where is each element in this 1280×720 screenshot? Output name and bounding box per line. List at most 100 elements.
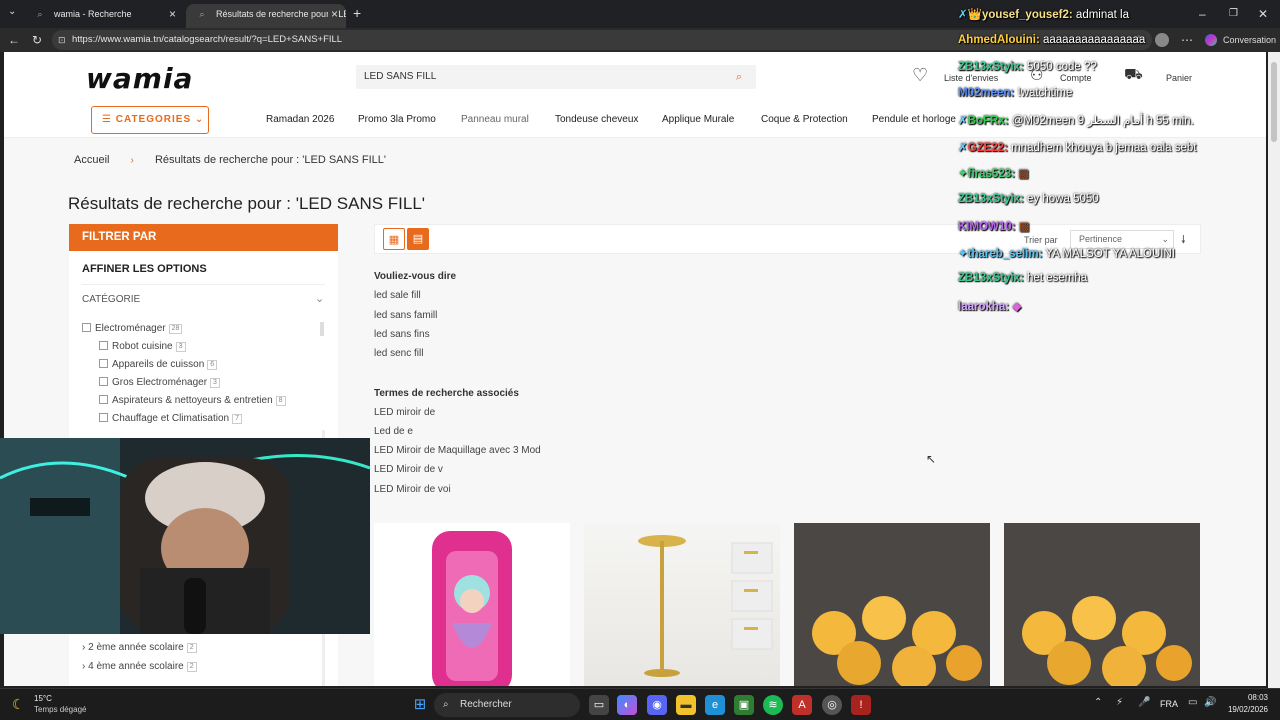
- account-link[interactable]: Compte: [1060, 73, 1092, 83]
- network-icon[interactable]: ⚡: [1116, 697, 1123, 708]
- volume-icon[interactable]: 🔊: [1204, 697, 1216, 708]
- scrollbar-thumb[interactable]: [1271, 62, 1277, 142]
- nav-link-coque[interactable]: Coque & Protection: [761, 114, 848, 125]
- wishlist-link[interactable]: Liste d'envies: [944, 73, 998, 83]
- category-option[interactable]: Gros Electroménager 3: [99, 377, 220, 388]
- product-card-backpack[interactable]: [374, 523, 570, 686]
- weather-desc[interactable]: Temps dégagé: [34, 705, 86, 714]
- nav-link-applique[interactable]: Applique Murale: [662, 114, 734, 125]
- categories-button[interactable]: ☰ CATEGORIES ⌄: [91, 106, 209, 134]
- suggestion-link[interactable]: led senc fill: [374, 348, 423, 359]
- product-card-candles[interactable]: [1004, 523, 1200, 686]
- related-term-link[interactable]: LED Miroir de voi: [374, 484, 451, 495]
- user-icon[interactable]: ⚇: [1030, 66, 1043, 84]
- windows-start-icon[interactable]: ⊞: [410, 695, 430, 715]
- nav-link-ramadan[interactable]: Ramadan 2026: [266, 114, 334, 125]
- category-option[interactable]: Chauffage et Climatisation 7: [99, 413, 243, 424]
- category-label: Robot cuisine: [112, 341, 173, 352]
- checkbox[interactable]: [99, 413, 108, 422]
- school-option[interactable]: › 4 ème année scolaire 2: [82, 661, 197, 672]
- tab-search-results[interactable]: ⌕ Résultats de recherche pour : 'LED ×: [186, 4, 346, 28]
- suggestion-link[interactable]: led sans famill: [374, 310, 437, 321]
- app-icon-red[interactable]: !: [851, 695, 871, 715]
- category-option[interactable]: Appareils de cuisson 6: [99, 359, 218, 370]
- restore-icon[interactable]: ❐: [1229, 0, 1238, 28]
- profile-avatar[interactable]: [1155, 33, 1169, 47]
- grid-view-icon[interactable]: ▦: [383, 228, 405, 250]
- nav-link-panneau[interactable]: Panneau mural: [461, 114, 529, 125]
- sort-direction-icon[interactable]: 🠗: [1181, 231, 1186, 250]
- edge-icon[interactable]: e: [705, 695, 725, 715]
- suggestion-link[interactable]: led sans fins: [374, 329, 430, 340]
- list-grid-view-icon[interactable]: ▤: [407, 228, 429, 250]
- page-scrollbar[interactable]: [1268, 52, 1280, 688]
- task-view-icon[interactable]: ▭: [589, 695, 609, 715]
- file-explorer-icon[interactable]: ▬: [676, 695, 696, 715]
- category-option[interactable]: Electroménager 28: [82, 323, 183, 334]
- category-count: 6: [207, 360, 218, 370]
- taskbar-search[interactable]: ⌕ Rechercher: [434, 693, 580, 717]
- close-window-icon[interactable]: ✕: [1258, 0, 1268, 28]
- cart-link[interactable]: Panier: [1166, 73, 1192, 83]
- back-icon[interactable]: ←: [8, 28, 20, 52]
- school-option[interactable]: › 2 ème année scolaire 2: [82, 642, 197, 653]
- suggestion-link[interactable]: led sale fill: [374, 290, 421, 301]
- obs-icon[interactable]: ◎: [822, 695, 842, 715]
- nav-link-tondeuse[interactable]: Tondeuse cheveux: [555, 114, 638, 125]
- close-tab-icon[interactable]: ×: [327, 4, 338, 24]
- more-menu-icon[interactable]: ⋯: [1181, 28, 1193, 52]
- new-tab-button[interactable]: +: [353, 0, 361, 26]
- site-logo[interactable]: wamia: [86, 62, 193, 95]
- category-scrollbar[interactable]: [320, 322, 324, 336]
- microphone-icon[interactable]: 🎤: [1138, 697, 1150, 708]
- minimize-icon[interactable]: –: [1199, 0, 1206, 28]
- related-term-link[interactable]: LED Miroir de Maquillage avec 3 Mod: [374, 445, 541, 456]
- site-info-icon[interactable]: ⊡: [58, 30, 66, 50]
- school-label: 4 ème année scolaire: [88, 661, 184, 672]
- heart-icon[interactable]: ♡: [912, 65, 928, 86]
- clock-date[interactable]: 19/02/2026: [1222, 705, 1268, 714]
- tab-wamia-recherche[interactable]: ⌕ wamia - Recherche ×: [24, 4, 184, 28]
- copilot-app-icon[interactable]: ◐: [617, 695, 637, 715]
- nav-link-promo[interactable]: Promo 3la Promo: [358, 114, 436, 125]
- search-icon[interactable]: ⌕: [736, 65, 742, 89]
- checkbox[interactable]: [99, 341, 108, 350]
- checkbox[interactable]: [99, 395, 108, 404]
- cart-icon[interactable]: ⛟: [1124, 66, 1143, 85]
- weather-temp[interactable]: 15°C: [34, 694, 52, 703]
- close-tab-icon[interactable]: ×: [169, 4, 176, 24]
- tab-list-chevron-icon[interactable]: ⌄: [8, 0, 16, 24]
- category-filter-title[interactable]: CATÉGORIE: [82, 294, 140, 305]
- tray-chevron-up-icon[interactable]: ⌃: [1094, 697, 1102, 708]
- related-term-link[interactable]: LED Miroir de v: [374, 464, 443, 475]
- copilot-icon[interactable]: [1205, 34, 1217, 46]
- discord-icon[interactable]: ◉: [647, 695, 667, 715]
- spotify-icon[interactable]: ≋: [763, 695, 783, 715]
- checkbox[interactable]: [99, 359, 108, 368]
- weather-moon-icon[interactable]: ☾: [12, 696, 25, 713]
- checkbox[interactable]: [82, 323, 91, 332]
- breadcrumb-home[interactable]: Accueil: [74, 154, 109, 166]
- product-card-candles[interactable]: [794, 523, 990, 686]
- category-option[interactable]: Aspirateurs & nettoyeurs & entretien 8: [99, 395, 286, 406]
- related-term-link[interactable]: LED miroir de: [374, 407, 435, 418]
- refresh-icon[interactable]: ↻: [32, 28, 42, 52]
- wifi-icon[interactable]: ▭: [1188, 697, 1197, 708]
- favorite-star-icon[interactable]: ☆: [1134, 28, 1144, 52]
- search-input[interactable]: LED SANS FILL ⌕: [356, 65, 756, 89]
- conversation-button[interactable]: Conversation: [1223, 28, 1276, 52]
- category-label: Chauffage et Climatisation: [112, 413, 230, 424]
- app-icon-a[interactable]: A: [792, 695, 812, 715]
- store-icon[interactable]: ▣: [734, 695, 754, 715]
- sort-label: Trier par: [1024, 235, 1058, 245]
- checkbox[interactable]: [99, 377, 108, 386]
- nav-link-pendule[interactable]: Pendule et horloge: [872, 114, 956, 125]
- clock-time[interactable]: 08:03: [1232, 693, 1268, 702]
- related-term-link[interactable]: Led de e: [374, 426, 413, 437]
- product-card-lamp[interactable]: [584, 523, 780, 686]
- category-option[interactable]: Robot cuisine 3: [99, 341, 186, 352]
- chevron-down-icon[interactable]: ⌄: [315, 292, 324, 305]
- language-indicator[interactable]: FRA: [1160, 699, 1178, 709]
- url-field[interactable]: ⊡ https://www.wamia.tn/catalogsearch/res…: [52, 30, 1152, 50]
- sort-select[interactable]: Pertinence ⌄: [1070, 230, 1174, 249]
